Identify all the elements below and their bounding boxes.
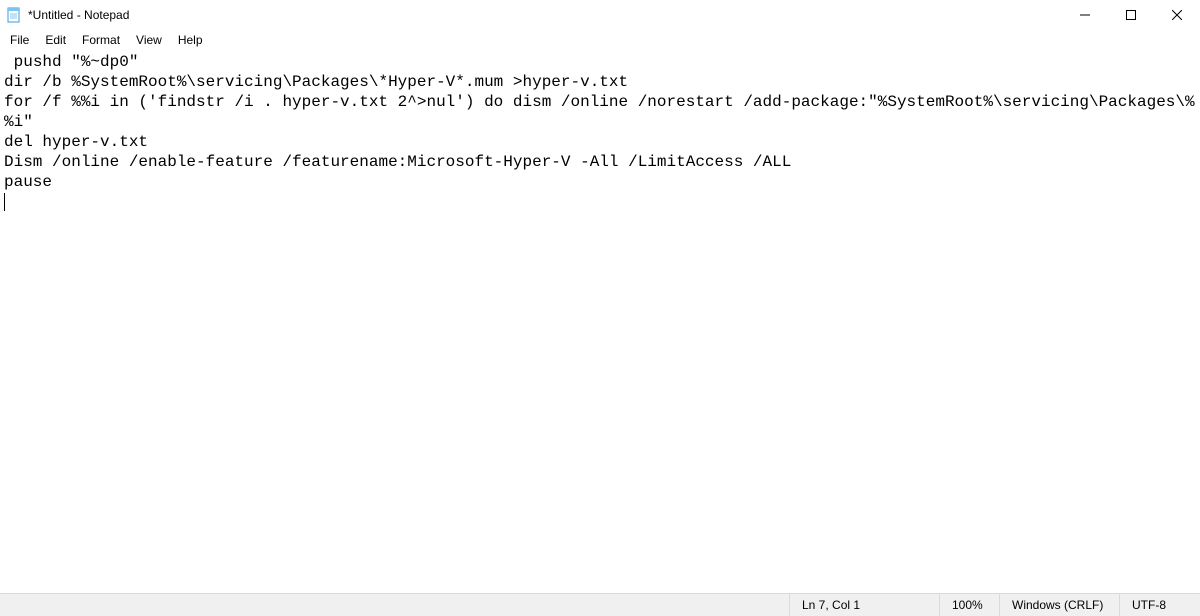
menu-help[interactable]: Help (170, 32, 211, 48)
menu-edit[interactable]: Edit (37, 32, 74, 48)
menu-format[interactable]: Format (74, 32, 128, 48)
titlebar: *Untitled - Notepad (0, 0, 1200, 30)
status-eol: Windows (CRLF) (1000, 594, 1120, 616)
editor-content: pushd "%~dp0" dir /b %SystemRoot%\servic… (4, 53, 1195, 191)
text-editor[interactable]: pushd "%~dp0" dir /b %SystemRoot%\servic… (0, 50, 1200, 593)
window-controls (1062, 0, 1200, 30)
status-position: Ln 7, Col 1 (790, 594, 940, 616)
minimize-button[interactable] (1062, 0, 1108, 30)
statusbar: Ln 7, Col 1 100% Windows (CRLF) UTF-8 (0, 593, 1200, 616)
notepad-icon (6, 7, 22, 23)
status-zoom: 100% (940, 594, 1000, 616)
status-encoding: UTF-8 (1120, 594, 1200, 616)
status-spacer (0, 594, 790, 616)
close-button[interactable] (1154, 0, 1200, 30)
menu-file[interactable]: File (2, 32, 37, 48)
text-cursor (4, 193, 5, 211)
menu-view[interactable]: View (128, 32, 170, 48)
menubar: File Edit Format View Help (0, 30, 1200, 50)
maximize-button[interactable] (1108, 0, 1154, 30)
window-title: *Untitled - Notepad (28, 8, 1062, 22)
